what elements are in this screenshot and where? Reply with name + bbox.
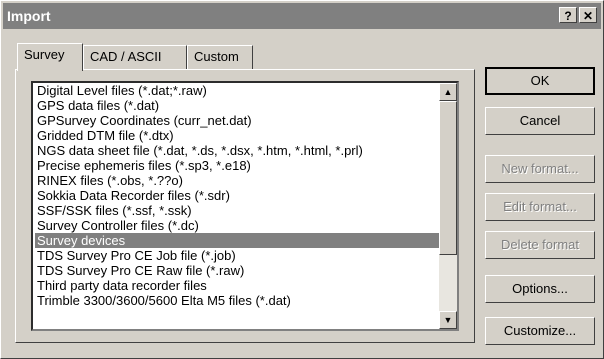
format-list: Digital Level files (*.dat;*.raw) GPS dat… (35, 83, 439, 308)
vertical-scrollbar[interactable]: ▲ ▼ (439, 83, 457, 329)
close-button[interactable]: ✕ (579, 7, 597, 23)
cancel-button[interactable]: Cancel (485, 107, 595, 135)
help-button[interactable]: ? (559, 7, 577, 23)
new-format-button[interactable]: New format... (485, 155, 595, 183)
tab-custom[interactable]: Custom (187, 45, 253, 69)
dialog-title: Import (7, 8, 51, 24)
list-item[interactable]: Survey devices (35, 233, 439, 248)
list-item[interactable]: NGS data sheet file (*.dat, *.ds, *.dsx,… (35, 143, 439, 158)
list-item[interactable]: SSF/SSK files (*.ssf, *.ssk) (35, 203, 439, 218)
format-listbox[interactable]: Digital Level files (*.dat;*.raw) GPS dat… (31, 81, 459, 331)
list-item[interactable]: Third party data recorder files (35, 278, 439, 293)
delete-format-button[interactable]: Delete format (485, 231, 595, 259)
ok-button[interactable]: OK (485, 67, 595, 95)
list-item[interactable]: Gridded DTM file (*.dtx) (35, 128, 439, 143)
edit-format-button[interactable]: Edit format... (485, 193, 595, 221)
scrollbar-thumb[interactable] (439, 101, 457, 255)
import-dialog: Import ? ✕ Survey CAD / ASCII Custom Dig… (0, 0, 604, 359)
list-item[interactable]: RINEX files (*.obs, *.??o) (35, 173, 439, 188)
list-item[interactable]: Sokkia Data Recorder files (*.sdr) (35, 188, 439, 203)
scroll-up-arrow-icon[interactable]: ▲ (439, 83, 457, 101)
list-item[interactable]: GPS data files (*.dat) (35, 98, 439, 113)
list-item[interactable]: GPSurvey Coordinates (curr_net.dat) (35, 113, 439, 128)
list-item[interactable]: Trimble 3300/3600/5600 Elta M5 files (*.… (35, 293, 439, 308)
options-button[interactable]: Options... (485, 275, 595, 303)
list-item[interactable]: TDS Survey Pro CE Job file (*.job) (35, 248, 439, 263)
list-item[interactable]: Digital Level files (*.dat;*.raw) (35, 83, 439, 98)
customize-button[interactable]: Customize... (485, 317, 595, 345)
tab-survey[interactable]: Survey (17, 43, 83, 71)
scroll-down-arrow-icon[interactable]: ▼ (439, 311, 457, 329)
title-bar[interactable]: Import ? ✕ (3, 3, 601, 29)
tab-cad-ascii[interactable]: CAD / ASCII (83, 45, 187, 69)
list-item[interactable]: Survey Controller files (*.dc) (35, 218, 439, 233)
list-item[interactable]: Precise ephemeris files (*.sp3, *.e18) (35, 158, 439, 173)
list-item[interactable]: TDS Survey Pro CE Raw file (*.raw) (35, 263, 439, 278)
